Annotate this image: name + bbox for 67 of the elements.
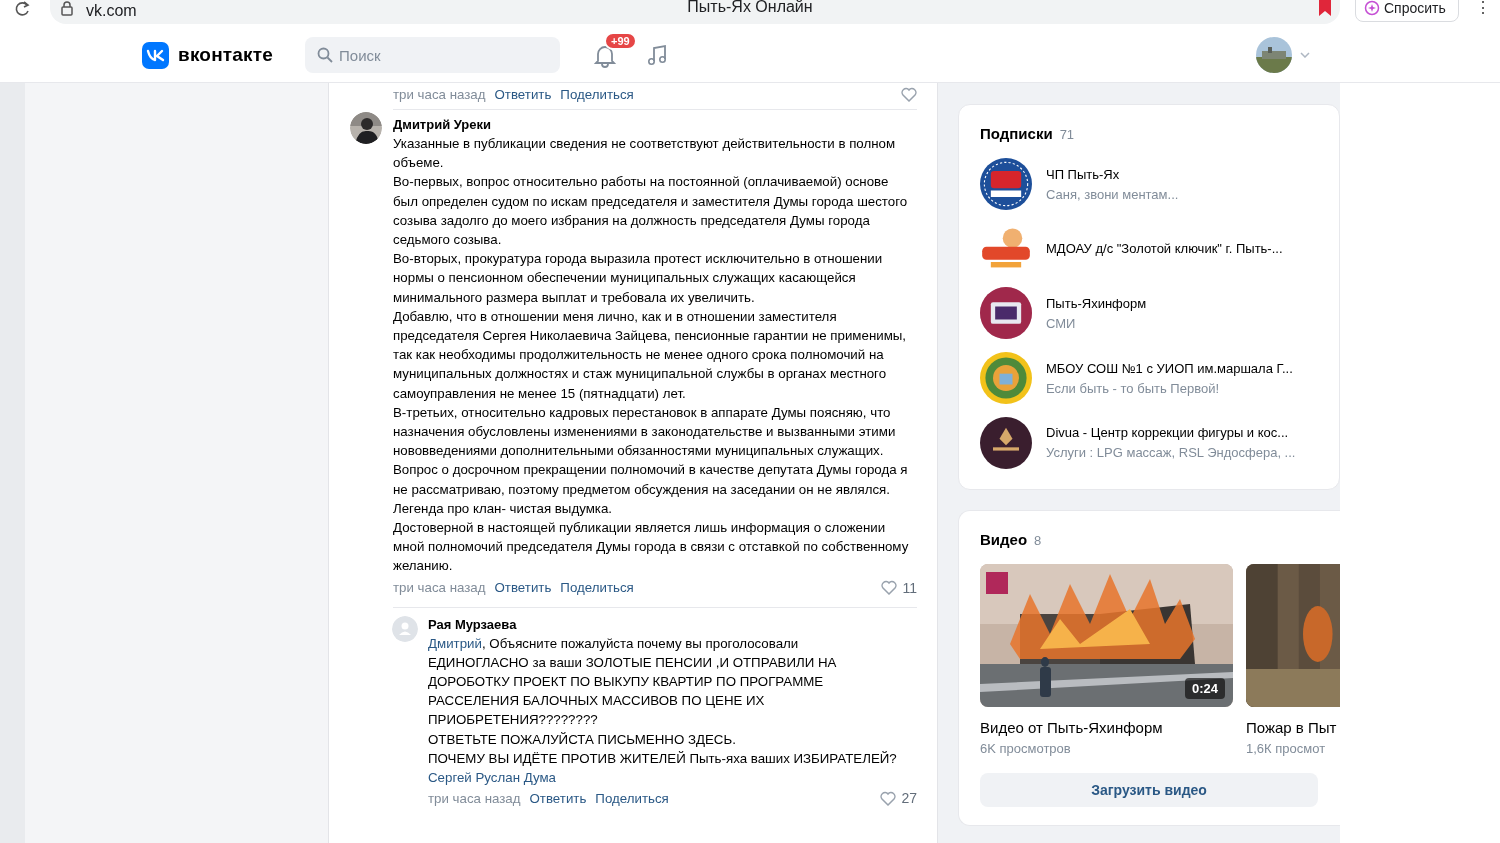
menu-button[interactable]: ⋮: [1475, 0, 1491, 17]
view-count: 6K просмотров: [980, 740, 1072, 756]
share-link[interactable]: Поделиться: [595, 790, 669, 806]
reply-link[interactable]: Ответить: [494, 580, 552, 596]
group-status: Услуги : LPG массаж, RSL Эндосфера, ...: [1046, 445, 1296, 461]
subscription-item[interactable]: МБОУ СОШ №1 с УИОП им.маршала Г... Если быть - то быть Первой!: [980, 345, 1319, 411]
video-title[interactable]: Пожар в Пыт: [1246, 718, 1340, 736]
logo-icon[interactable]: [142, 41, 169, 69]
item-count: 71: [1059, 127, 1075, 142]
bookmark-icon[interactable]: [1318, 0, 1332, 16]
upload-video-button[interactable]: Загрузить видео: [980, 772, 1318, 807]
comment-text: Достоверной в настоящей публикации является лишь информация о сложении мной полномочий председателя Думы города в связи с отставкой по собственному желанию.: [393, 519, 910, 576]
comment-text: Во-первых, вопрос относительно работы на постоянной (оплачиваемой) основе был определен судом по искам председателя и заместителя Думы города шестого созыва задолго до моего избрания на должность председателя Думы города седьмого созыва.: [393, 173, 909, 249]
group-status: СМИ: [1046, 316, 1077, 331]
heart-icon: [901, 86, 917, 102]
item-count: 8: [1034, 532, 1042, 548]
reply-link[interactable]: Ответить: [529, 790, 587, 806]
comment-text: Во-вторых, прокуратура города выразила протест исключительно в отношении нормы о пенсионном обеспечении муниципальных служащих касающейся минимального размера выплат и требовала их увеличить.: [393, 250, 884, 307]
comment-text: В-третьих, относительно кадровых перестановок в аппарате Думы поясняю, что назначения обусловлены изменениями в законодательстве и вызванными этими нововведениями дополнительными обязанностями муниципальных служащих.: [393, 403, 897, 461]
like-button[interactable]: 11: [881, 579, 917, 596]
comment-time: три часа назад: [428, 790, 521, 806]
share-link[interactable]: Поделиться: [560, 580, 634, 596]
mention-link[interactable]: Дмитрий: [428, 635, 482, 651]
author-name[interactable]: Дмитрий Уреки: [393, 116, 917, 134]
logo-text[interactable]: вконтакте: [178, 44, 274, 66]
card-title: Видео: [980, 530, 1028, 548]
like-button[interactable]: [901, 86, 917, 102]
group-name: Divua - Центр коррекции фигуры и кос...: [1046, 425, 1290, 441]
comment-text: Вопрос о досрочном прекращении полномочий в качестве депутата Думы города я не рассматриваю, поэтому предметом обсуждения на заседании он не являлся.: [393, 461, 909, 499]
search-icon: [317, 47, 334, 63]
lock-icon: [60, 0, 74, 16]
comment-text: Легенда про клан- чистая выдумка.: [393, 499, 613, 518]
reload-icon[interactable]: [13, 0, 31, 18]
comment-text: Добавлю, что в отношении меня лично, как и в отношении заместителя председателя Сергея Николаевича Зайцева, пенсионные гарантии не применимы, так как необходимы продолжительность не менее одного срока полномочий на муниципальных должностях и стаж муниципальной службы в органах местного самоуправления не менее 15 (пятнадцати) лет.: [393, 307, 908, 403]
group-name: МБОУ СОШ №1 с УИОП им.маршала Г...: [1046, 360, 1293, 376]
reply-link[interactable]: Ответить: [494, 86, 552, 102]
comment-text: ОТВЕТЬТЕ ПОЖАЛУЙСТА ПИСЬМЕННО ЗДЕСЬ.: [428, 730, 737, 749]
address-text[interactable]: vk.com: [86, 2, 137, 20]
view-count: 1,6К просмот: [1246, 740, 1327, 756]
share-link[interactable]: Поделиться: [560, 86, 634, 102]
video-title[interactable]: Видео от Пыть-Яхинформ: [980, 718, 1233, 736]
mention-link[interactable]: Сергей Руслан Дума: [428, 770, 556, 786]
page-title: Пыть-Ях Онлайн: [687, 0, 813, 16]
heart-icon: [880, 790, 897, 806]
comment-time: три часа назад: [393, 580, 486, 596]
card-title: Подписки: [980, 125, 1053, 142]
subscription-item[interactable]: МДОАУ д/с "Золотой ключик" г. Пыть-...: [980, 216, 1319, 282]
comment-time: три часа назад: [393, 86, 486, 102]
group-name: МДОАУ д/с "Золотой ключик" г. Пыть-...: [1046, 241, 1283, 257]
subscription-item[interactable]: Divua - Центр коррекции фигуры и кос... Услуги : LPG массаж, RSL Эндосфера, ...: [980, 410, 1319, 475]
notification-badge: +99: [604, 32, 637, 50]
comment-text: Дмитрий, Объясните пожалуйста почему вы проголосовали ЕДИНОГЛАСНО за ваши ЗОЛОТЫЕ ПЕНСИИ ,И ОТПРАВИЛИ НА ДОРОБОТКУ ПРОЕКТ ПО ВЫКУПУ КВАРТИР ПО ПРОГРАММЕ РАССЕЛЕНИЯ БАЛОЧНЫХ МАССИВОВ ПО ЦЕНЕ ИХ ПРИОБРЕТЕНИЯ????????: [428, 634, 838, 730]
heart-icon: [881, 580, 898, 596]
user-icon: [392, 615, 418, 642]
group-status: Саня, звони ментам...: [1046, 186, 1179, 202]
like-button[interactable]: 27: [880, 790, 917, 807]
comment-text: Указанные в публикации сведения не соответствуют действительности в полном объеме.: [393, 135, 897, 173]
subscription-item[interactable]: ЧП Пыть-Ях Саня, звони ментам...: [980, 152, 1319, 217]
comment-text: ПОЧЕМУ ВЫ ИДЁТЕ ПРОТИВ ЖИТЕЛЕЙ Пыть-яха ваших ИЗБИРАТЕЛЕЙ? Сергей Руслан Дума: [428, 749, 898, 788]
group-status: Если быть - то быть Первой!: [1046, 380, 1220, 396]
search-field[interactable]: Поиск: [305, 37, 561, 73]
group-name: ЧП Пыть-Ях: [1046, 166, 1121, 182]
author-name[interactable]: Рая Мурзаева: [428, 615, 917, 634]
subscription-item[interactable]: Пыть-Яхинформ СМИ: [980, 281, 1319, 346]
ask-button[interactable]: Спросить: [1355, 0, 1459, 22]
group-name: Пыть-Яхинформ: [1046, 296, 1147, 311]
video-duration: 0:24: [1184, 677, 1225, 699]
